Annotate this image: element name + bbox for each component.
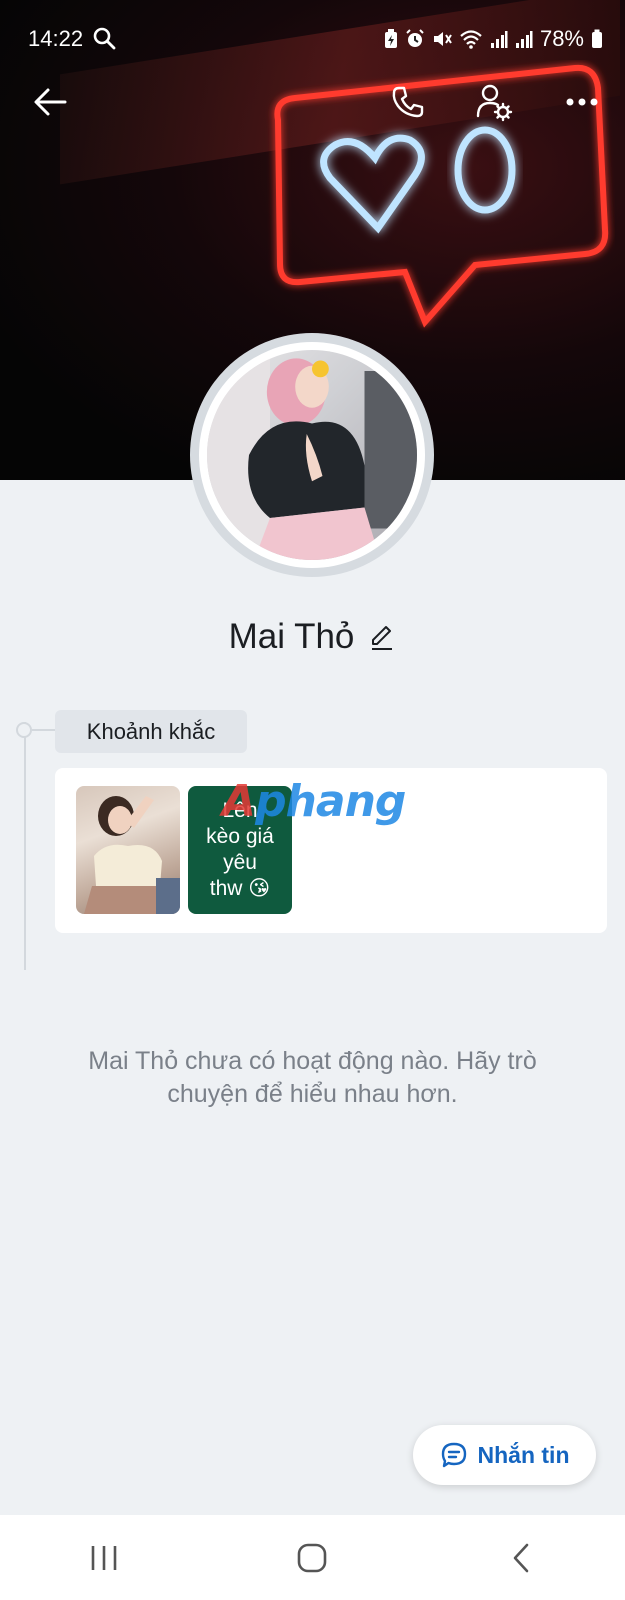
battery-icon (592, 29, 602, 48)
moment-text-line: thw 😘 (209, 877, 271, 900)
profile-screen: 14:22 78% Mai Thỏ Khoảnh khắc Lên kèo gi… (0, 0, 625, 1600)
home-button[interactable] (282, 1528, 342, 1588)
profile-settings-icon (476, 84, 513, 122)
avatar-illustration (207, 350, 417, 560)
signal-icon (490, 31, 508, 48)
system-nav-bar (0, 1515, 625, 1600)
back-arrow-icon (34, 88, 67, 116)
avatar[interactable] (190, 333, 434, 577)
phone-icon (392, 86, 424, 118)
chat-bubble-icon (441, 1442, 466, 1468)
system-back-button[interactable] (491, 1528, 551, 1588)
moment-photo-thumbnail[interactable] (76, 786, 180, 914)
moment-text-line: kèo giá (206, 825, 274, 848)
more-options-button[interactable] (560, 80, 604, 124)
recent-apps-icon (91, 1545, 117, 1570)
send-message-button[interactable]: Nhắn tin (413, 1425, 596, 1485)
moment-photo-illustration (84, 796, 180, 914)
moment-text-line: Lên (222, 799, 258, 822)
profile-name: Mai Thỏ (228, 617, 355, 656)
call-button[interactable] (386, 80, 430, 124)
moments-label: Khoảnh khắc (55, 710, 247, 753)
moments-card: Lên kèo giá yêu thw 😘 (55, 768, 607, 933)
status-bar: 14:22 78% (0, 0, 625, 78)
moment-text-post[interactable]: Lên kèo giá yêu thw 😘 (188, 786, 292, 914)
timeline-connector (32, 729, 56, 731)
timeline-dot (16, 722, 32, 738)
send-message-label: Nhắn tin (477, 1441, 570, 1468)
moment-text-line: yêu (223, 851, 257, 874)
avatar-photo (207, 350, 417, 560)
more-icon (566, 98, 598, 106)
back-icon (513, 1543, 529, 1572)
alarm-icon (406, 29, 424, 47)
status-time: 14:22 (28, 26, 84, 51)
mute-icon (433, 32, 452, 46)
pencil-icon[interactable] (368, 623, 396, 651)
profile-settings-button[interactable] (472, 80, 516, 124)
back-button[interactable] (28, 80, 72, 124)
home-icon (298, 1543, 327, 1572)
wifi-icon (460, 30, 482, 49)
battery-percent: 78% (539, 26, 584, 51)
profile-name-row: Mai Thỏ (0, 612, 625, 662)
avatar-border (199, 342, 425, 568)
timeline-line (24, 722, 26, 970)
search-icon (93, 27, 116, 50)
empty-activity-message: Mai Thỏ chưa có hoạt động nào. Hãy trò c… (88, 1047, 537, 1108)
battery-saver-icon (384, 29, 397, 48)
signal-icon (515, 31, 533, 48)
recent-apps-button[interactable] (74, 1528, 134, 1588)
status-icons: 78% (384, 26, 603, 52)
